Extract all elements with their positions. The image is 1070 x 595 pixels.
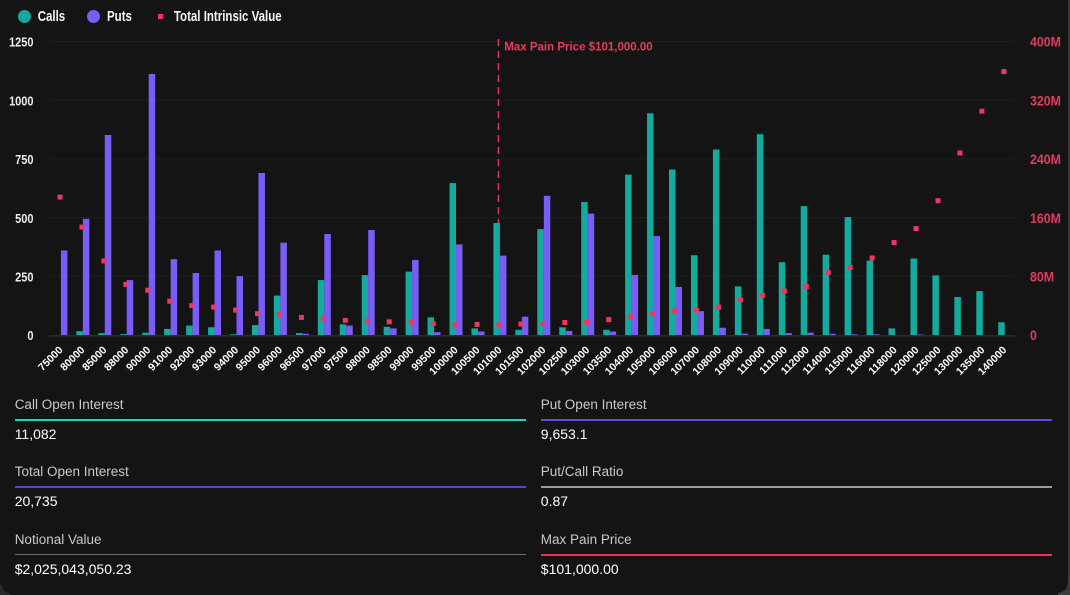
svg-text:0: 0 (27, 328, 33, 343)
svg-text:160M: 160M (1030, 210, 1061, 226)
svg-text:0: 0 (1030, 328, 1037, 344)
svg-text:1250: 1250 (9, 35, 34, 50)
svg-text:750: 750 (15, 152, 34, 167)
svg-text:500: 500 (15, 211, 34, 226)
svg-text:400M: 400M (1030, 34, 1061, 50)
svg-text:80M: 80M (1030, 269, 1054, 285)
svg-text:240M: 240M (1030, 152, 1061, 168)
svg-text:320M: 320M (1030, 93, 1061, 109)
svg-text:Max Pain Price $101,000.00: Max Pain Price $101,000.00 (504, 41, 652, 53)
svg-text:1000: 1000 (9, 93, 34, 108)
svg-text:250: 250 (15, 270, 34, 285)
